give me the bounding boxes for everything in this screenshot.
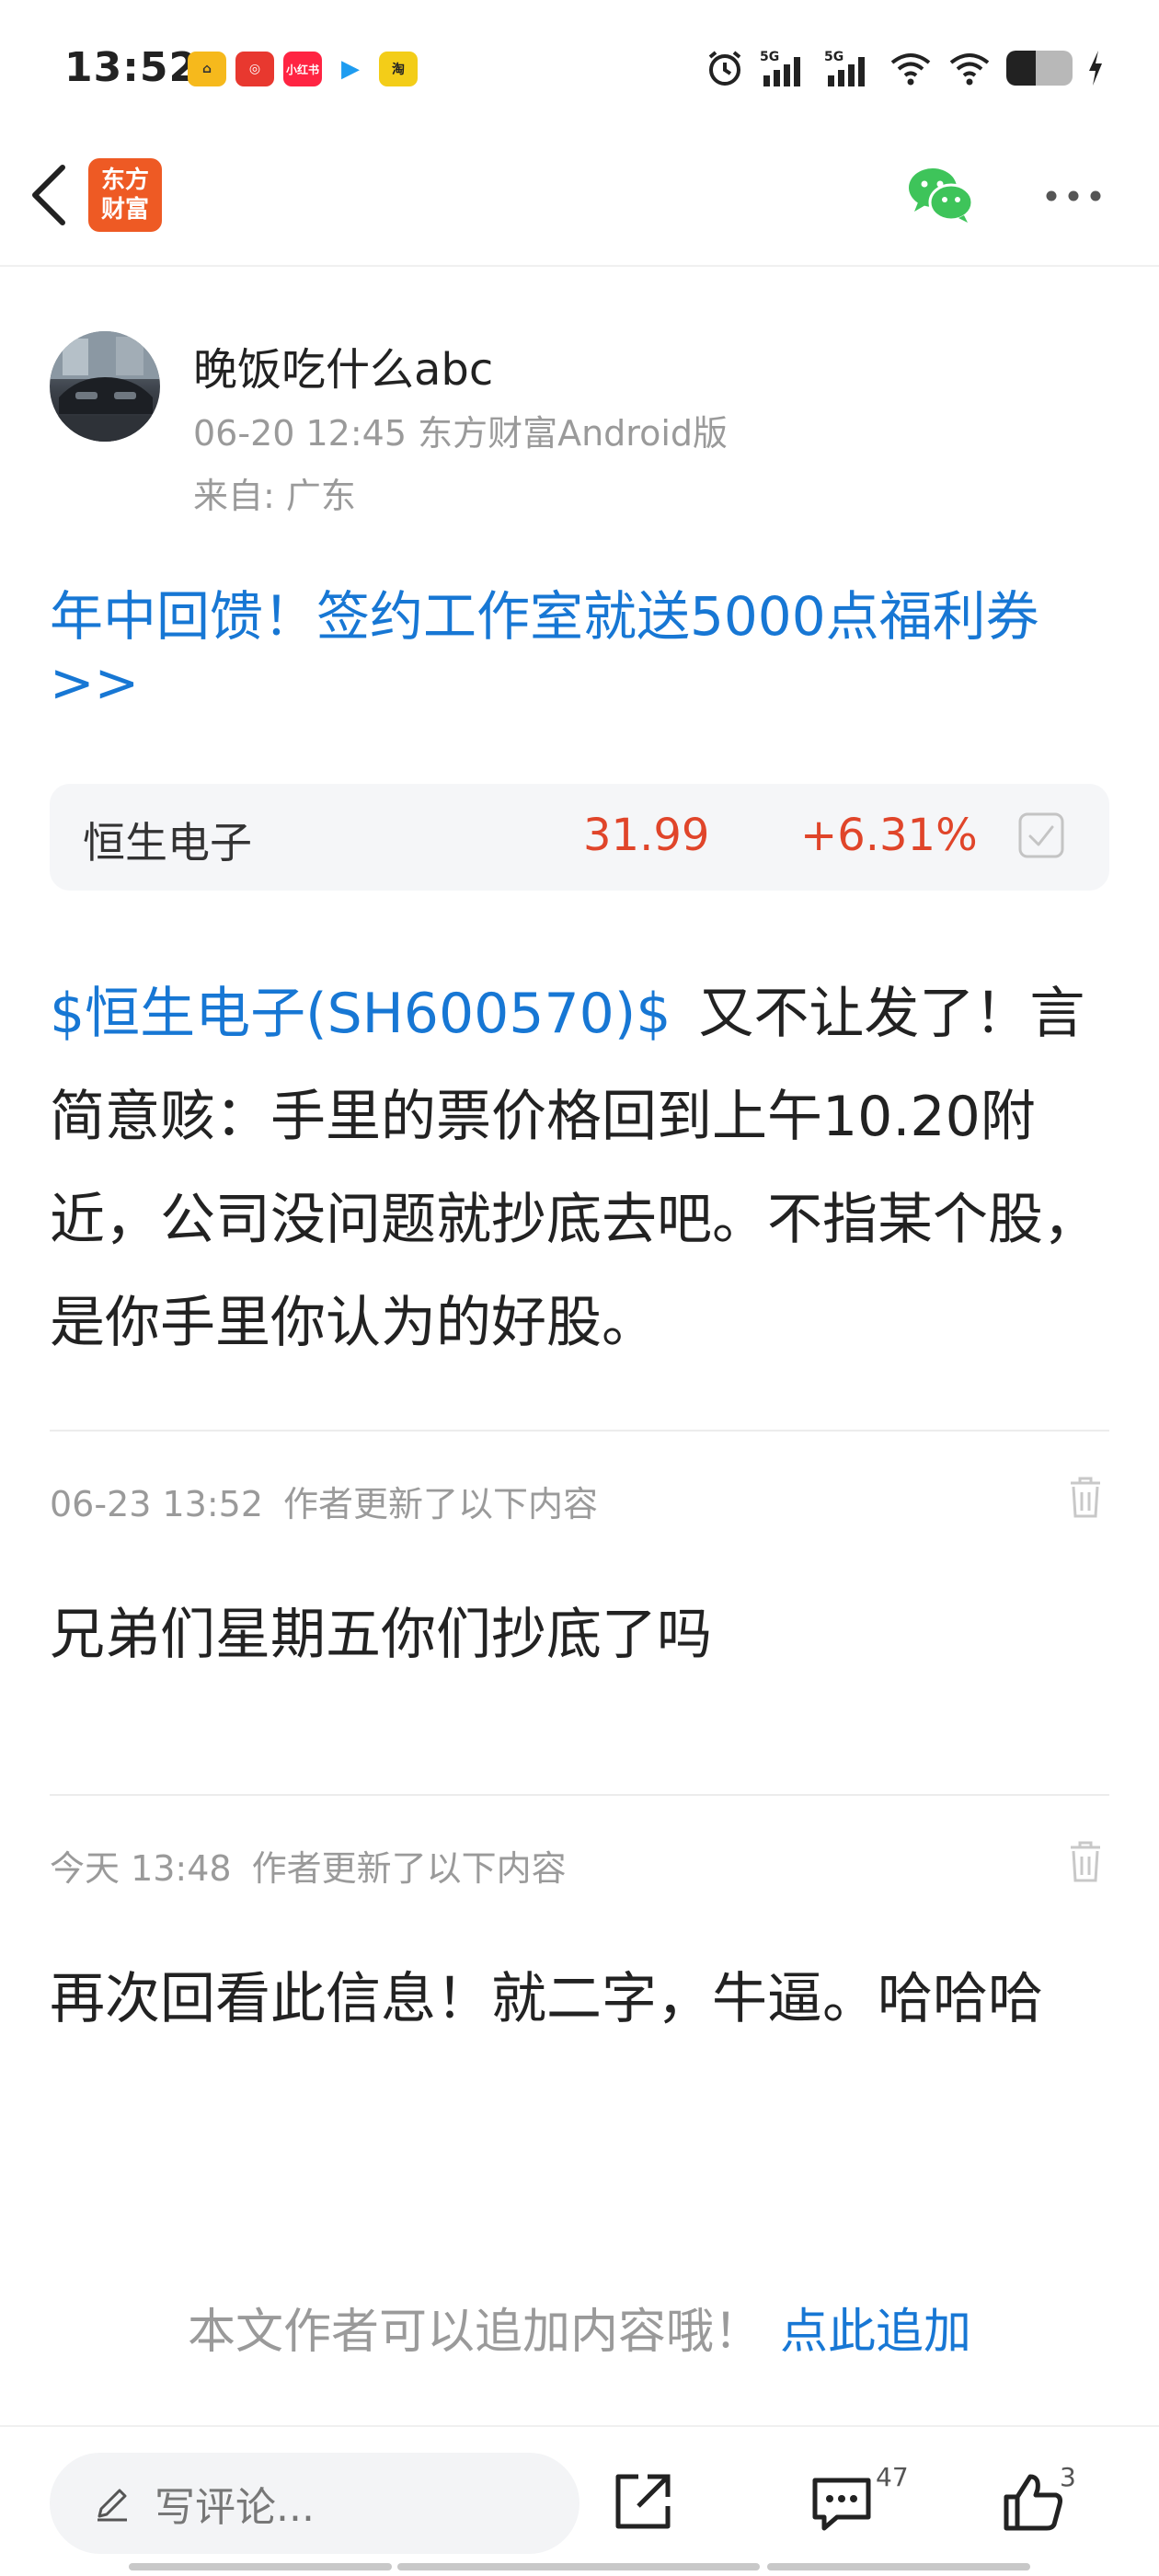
charging-icon bbox=[1089, 51, 1102, 86]
gesture-bar-right bbox=[767, 2563, 1030, 2570]
trash-icon[interactable] bbox=[1067, 1474, 1104, 1520]
post-body: $恒生电子(SH600570)$ 又不让发了！言简意赅：手里的票价格回到上午10.… bbox=[50, 962, 1126, 1374]
share-icon[interactable] bbox=[611, 2469, 675, 2534]
app-icon-5: 淘 bbox=[379, 52, 418, 86]
update-author-label-2: 作者更新了以下内容 bbox=[251, 1848, 567, 1889]
promo-link[interactable]: 年中回馈！签约工作室就送5000点福利券>> bbox=[50, 583, 1107, 716]
status-time: 13:52 bbox=[64, 44, 199, 91]
add-watchlist-icon[interactable] bbox=[1017, 811, 1065, 859]
stock-name: 恒生电子 bbox=[83, 818, 252, 868]
post-location: 来自: 广东 bbox=[193, 476, 356, 516]
svg-text:5G: 5G bbox=[760, 50, 779, 64]
append-prompt-text: 本文作者可以追加内容哦！ bbox=[187, 2305, 762, 2360]
author-name[interactable]: 晚饭吃什么abc bbox=[193, 333, 493, 397]
logo-line1: 东方 bbox=[100, 167, 149, 194]
comment-input[interactable]: 写评论... bbox=[50, 2453, 580, 2554]
header-divider bbox=[0, 265, 1159, 267]
update-author-label-1: 作者更新了以下内容 bbox=[283, 1484, 599, 1524]
update-divider-1 bbox=[50, 1430, 1109, 1432]
signal-icon-1: 5G bbox=[760, 50, 800, 86]
alarm-icon bbox=[708, 51, 741, 86]
signal-icon-2: 5G bbox=[824, 50, 865, 86]
svg-text:5G: 5G bbox=[824, 50, 843, 64]
wifi-icon-1 bbox=[890, 53, 931, 86]
trash-icon[interactable] bbox=[1067, 1838, 1104, 1884]
status-indicators: 5G 5G bbox=[705, 48, 1104, 88]
like-count: 3 bbox=[1060, 2462, 1076, 2492]
update-divider-2 bbox=[50, 1794, 1109, 1796]
post-meta: 06-20 12:45 东方财富Android版 bbox=[193, 413, 729, 454]
comment-placeholder: 写评论... bbox=[155, 2484, 315, 2531]
gesture-bar-left bbox=[129, 2563, 392, 2570]
append-prompt: 本文作者可以追加内容哦！ 点此追加 bbox=[0, 2293, 1159, 2362]
notification-app-icons: ⌂ ◎ 小红书 ▶ 淘 bbox=[188, 52, 418, 86]
bottom-bar-divider bbox=[0, 2425, 1159, 2427]
comment-icon[interactable] bbox=[809, 2475, 874, 2534]
avatar-car-image bbox=[50, 331, 160, 442]
update-time-2: 今天 13:48 bbox=[50, 1848, 232, 1889]
update-text-1: 兄弟们星期五你们抄底了吗 bbox=[50, 1603, 712, 1667]
update-meta-1: 06-23 13:52 作者更新了以下内容 bbox=[50, 1476, 598, 1526]
update-time-1: 06-23 13:52 bbox=[50, 1484, 264, 1524]
battery-icon bbox=[1006, 51, 1073, 86]
logo-line2: 财富 bbox=[100, 196, 149, 224]
thumbs-up-icon[interactable] bbox=[1001, 2469, 1067, 2534]
stock-price: 31.99 bbox=[583, 810, 710, 861]
app-icon-2: ◎ bbox=[235, 52, 274, 86]
eastmoney-logo: 东方 财富 bbox=[88, 158, 162, 232]
update-text-2: 再次回看此信息！就二字，牛逼。哈哈哈 bbox=[50, 1967, 1043, 2031]
append-link[interactable]: 点此追加 bbox=[780, 2305, 971, 2360]
battery-level bbox=[1006, 51, 1037, 86]
stock-tag-link[interactable]: $恒生电子(SH600570)$ bbox=[50, 982, 671, 1046]
author-avatar[interactable] bbox=[50, 331, 160, 442]
comment-count: 47 bbox=[876, 2462, 909, 2492]
pencil-icon bbox=[98, 2489, 127, 2522]
wechat-share-icon[interactable] bbox=[907, 166, 975, 224]
app-icon-1: ⌂ bbox=[188, 52, 226, 86]
stock-quote-card[interactable]: 恒生电子 31.99 +6.31% bbox=[50, 784, 1109, 891]
more-menu-icon[interactable] bbox=[1045, 190, 1102, 202]
update-meta-2: 今天 13:48 作者更新了以下内容 bbox=[50, 1840, 567, 1891]
wifi-icon-2 bbox=[949, 53, 990, 86]
stock-change: +6.31% bbox=[800, 810, 978, 861]
gesture-bar-center bbox=[397, 2563, 760, 2570]
app-icon-4: ▶ bbox=[331, 52, 370, 86]
xiaohongshu-icon: 小红书 bbox=[283, 52, 322, 86]
back-arrow-icon[interactable] bbox=[22, 158, 77, 232]
